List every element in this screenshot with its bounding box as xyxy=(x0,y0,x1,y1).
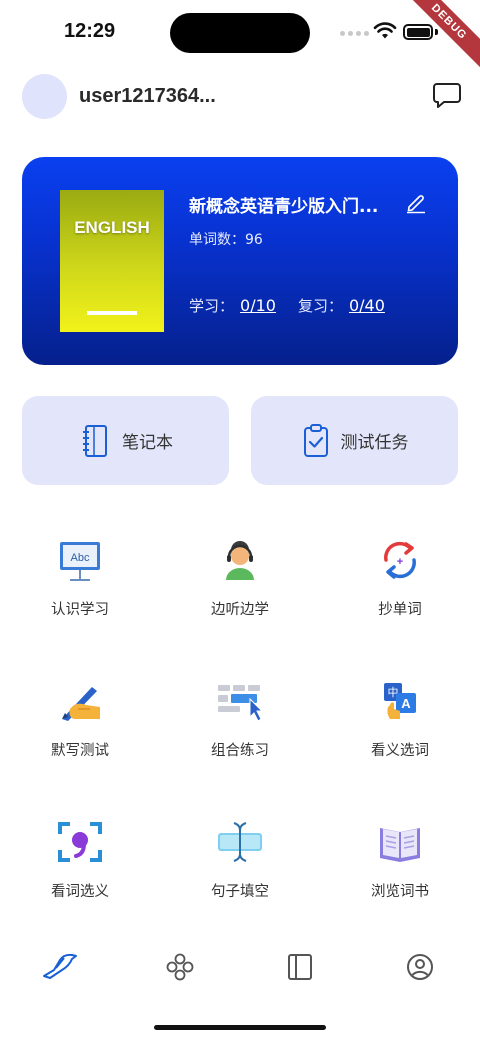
feature-copy-words[interactable]: + 抄单词 xyxy=(320,520,480,630)
text-cursor-icon xyxy=(218,822,262,862)
notebook-button[interactable]: 笔记本 xyxy=(22,396,229,485)
feature-label: 抄单词 xyxy=(378,602,422,618)
feature-sentence-fill[interactable]: 句子填空 xyxy=(160,802,320,912)
book-cover-label: ENGLISH xyxy=(74,218,150,237)
study-label: 学习： xyxy=(189,297,235,315)
gamepad-icon xyxy=(166,953,194,981)
svg-text:A: A xyxy=(401,696,411,711)
svg-text:+: + xyxy=(397,556,403,568)
nav-books[interactable] xyxy=(280,950,320,984)
keyboard-select-icon xyxy=(218,685,264,722)
clipboard-check-icon xyxy=(303,423,328,457)
flashcard-board-icon: Abc xyxy=(60,542,100,581)
feature-label: 认识学习 xyxy=(51,602,109,618)
feature-label: 看义选词 xyxy=(371,743,429,759)
book-panel-icon xyxy=(288,954,312,980)
feature-label: 句子填空 xyxy=(211,884,269,900)
username[interactable]: user1217364... xyxy=(79,85,216,108)
open-book-icon xyxy=(380,828,420,862)
feature-dictation-test[interactable]: 默写测试 xyxy=(0,661,160,771)
book-cover: ENGLISH xyxy=(60,190,164,332)
copy-words-icon: + xyxy=(384,541,416,579)
feature-browse-book[interactable]: 浏览词书 xyxy=(320,802,480,912)
bottom-nav xyxy=(0,940,480,996)
nav-home[interactable] xyxy=(40,950,80,984)
feature-word-to-meaning[interactable]: 看词选义 xyxy=(0,802,160,912)
scan-word-icon xyxy=(58,822,102,862)
edit-icon[interactable] xyxy=(405,192,427,214)
word-count: 单词数：96 xyxy=(189,229,263,249)
feature-meaning-to-word[interactable]: 中 A 看义选词 xyxy=(320,661,480,771)
feature-recognize-learn[interactable]: Abc 认识学习 xyxy=(0,520,160,630)
wifi-icon xyxy=(373,22,397,39)
feature-label: 默写测试 xyxy=(51,743,109,759)
feature-label: 边听边学 xyxy=(211,602,269,618)
study-progress[interactable]: 0/10 xyxy=(240,296,276,315)
cellular-signal-icon xyxy=(340,31,369,36)
nav-profile[interactable] xyxy=(400,950,440,984)
test-task-label: 测试任务 xyxy=(340,433,409,453)
feature-label: 浏览词书 xyxy=(371,884,429,900)
user-header: user1217364... xyxy=(22,74,462,120)
current-book-card[interactable]: ENGLISH 新概念英语青少版入门... 单词数：96 学习： 0/10 复习… xyxy=(22,157,458,365)
book-title: 新概念英语青少版入门... xyxy=(189,197,379,217)
nav-games[interactable] xyxy=(160,950,200,984)
status-bar: 12:29 DEBUG xyxy=(0,0,480,76)
writing-hand-icon xyxy=(62,687,100,721)
review-progress[interactable]: 0/40 xyxy=(349,296,385,315)
notebook-label: 笔记本 xyxy=(122,433,173,453)
avatar[interactable] xyxy=(22,74,67,119)
battery-icon xyxy=(403,24,433,40)
word-count-label: 单词数： xyxy=(189,232,245,248)
status-time: 12:29 xyxy=(64,20,116,42)
feature-label: 组合练习 xyxy=(211,743,269,759)
progress-row: 学习： 0/10 复习： 0/40 xyxy=(189,295,385,316)
translate-tap-icon: 中 A xyxy=(384,683,416,719)
message-icon[interactable] xyxy=(432,82,462,110)
svg-text:Abc: Abc xyxy=(71,552,90,564)
feature-label: 看词选义 xyxy=(51,884,109,900)
bird-home-icon xyxy=(43,953,77,979)
word-count-value: 96 xyxy=(245,232,263,248)
feature-listen-learn[interactable]: 边听边学 xyxy=(160,520,320,630)
notebook-icon xyxy=(83,424,107,457)
test-task-button[interactable]: 测试任务 xyxy=(251,396,458,485)
dynamic-island xyxy=(170,13,310,53)
headphone-person-icon xyxy=(226,541,254,580)
review-label: 复习： xyxy=(297,297,343,315)
profile-icon xyxy=(407,954,433,980)
home-indicator[interactable] xyxy=(154,1025,326,1030)
feature-combination-practice[interactable]: 组合练习 xyxy=(160,661,320,771)
